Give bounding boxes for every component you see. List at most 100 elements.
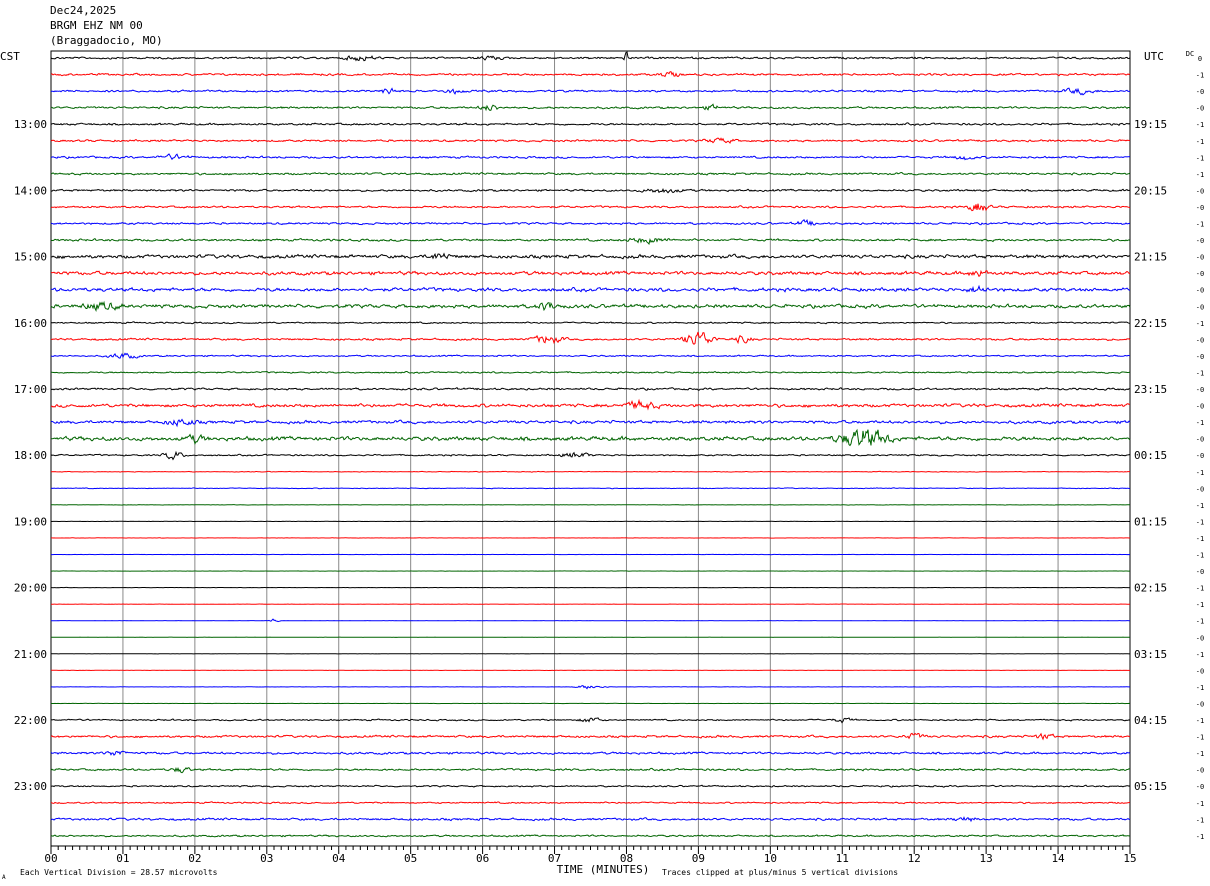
seismic-trace: [51, 685, 1130, 690]
dc-offset-label: -0: [1196, 452, 1204, 460]
x-tick-label: 09: [692, 852, 705, 865]
seismic-trace: [50, 171, 1131, 176]
seismic-trace: [50, 153, 1131, 161]
x-tick-label: 06: [476, 852, 489, 865]
x-tick-label: 05: [404, 852, 417, 865]
utc-axis-label: UTC: [1144, 50, 1164, 63]
cst-hour-label: 13:00: [14, 118, 47, 131]
x-tick-label: 15: [1123, 852, 1136, 865]
seismic-trace: [50, 418, 1131, 428]
dc-offset-label: -0: [1196, 634, 1204, 642]
dc-offset-label: -0: [1196, 270, 1204, 278]
dc-offset-label: -0: [1196, 105, 1204, 113]
seismic-trace: [50, 50, 1131, 62]
utc-hour-label: 01:15: [1134, 515, 1167, 528]
seismic-trace: [50, 387, 1130, 391]
helicorder-plot: 0 -1 -0 -0 -1 -1 -1 -1 -0 -0 -1 -0 -0 -0 -0 -0 -1 -0 -0 -1 -…: [0, 50, 1204, 881]
dc-offset-label: -1: [1196, 154, 1204, 162]
dc-offset-label: -1: [1196, 320, 1204, 328]
cst-hour-label: 23:00: [14, 780, 47, 793]
cst-hour-label: 14:00: [14, 184, 47, 197]
seismic-trace: [50, 784, 1131, 788]
dc-offset-label: -1: [1196, 816, 1204, 824]
seismic-trace: [50, 750, 1131, 756]
x-tick-label: 04: [332, 852, 346, 865]
dc-offset-label: -0: [1196, 700, 1204, 708]
x-tick-label: 01: [116, 852, 129, 865]
dc-offset-label: -1: [1196, 369, 1204, 377]
dc-offset-label: -1: [1196, 684, 1204, 692]
cst-hour-label: 17:00: [14, 383, 47, 396]
dc-column-label: DC: [1186, 50, 1194, 58]
seismic-trace: [51, 370, 1131, 374]
seismic-trace: [50, 137, 1131, 144]
dc-offset-label: -1: [1196, 618, 1204, 626]
seismic-trace: [50, 218, 1131, 227]
dc-offset-label: 0: [1198, 55, 1202, 63]
seismic-trace: [51, 284, 1131, 293]
x-axis-title: TIME (MINUTES): [557, 863, 650, 876]
dc-offset-label: -1: [1196, 734, 1204, 742]
x-tick-label: 13: [980, 852, 993, 865]
utc-hour-label: 00:15: [1134, 449, 1167, 462]
x-tick-label: 00: [44, 852, 57, 865]
dc-offset-label: -1: [1196, 800, 1204, 808]
x-tick-label: 10: [764, 852, 777, 865]
seismic-trace: [50, 398, 1131, 411]
dc-offset-label: -1: [1196, 552, 1204, 560]
seismic-trace: [50, 834, 1131, 838]
dc-offset-label: -0: [1196, 204, 1204, 212]
dc-offset-label: -0: [1196, 303, 1204, 311]
dc-offset-label: -0: [1196, 287, 1204, 295]
seismic-trace: [50, 87, 1131, 96]
dc-offset-label: -0: [1196, 336, 1204, 344]
cst-hour-label: 22:00: [14, 714, 47, 727]
seismic-trace: [50, 487, 1131, 490]
dc-offset-label: -1: [1196, 419, 1204, 427]
utc-hour-label: 22:15: [1134, 317, 1167, 330]
scale-note: Each Vertical Division = 28.57 microvolt…: [20, 868, 218, 877]
utc-hour-label: 23:15: [1134, 383, 1167, 396]
dc-offset-label: -0: [1196, 783, 1204, 791]
seismic-trace: [50, 331, 1131, 345]
cst-hour-label: 20:00: [14, 582, 47, 595]
cst-hour-label: 16:00: [14, 317, 47, 330]
dc-offset-label: -1: [1196, 717, 1204, 725]
dc-offset-label: -1: [1196, 221, 1204, 229]
clip-note: Traces clipped at plus/minus 5 vertical …: [662, 868, 898, 877]
dc-offset-label: -1: [1196, 585, 1204, 593]
utc-hour-label: 20:15: [1134, 184, 1167, 197]
seismic-trace: [50, 321, 1131, 325]
cst-hour-label: 21:00: [14, 648, 47, 661]
x-tick-label: 11: [836, 852, 849, 865]
seismic-trace: [50, 122, 1131, 127]
dc-offset-label: -1: [1196, 518, 1204, 526]
cst-hour-label: 18:00: [14, 449, 47, 462]
seismic-trace: [51, 618, 1130, 623]
x-tick-label: 03: [260, 852, 273, 865]
seismic-trace: [50, 428, 1131, 447]
corner-mark: A: [2, 874, 6, 881]
dc-offset-label: -1: [1196, 750, 1204, 758]
dc-offset-label: -1: [1196, 138, 1204, 146]
seismic-trace: [51, 470, 1130, 473]
seismic-trace: [50, 252, 1131, 260]
seismic-trace: [50, 203, 1131, 212]
cst-hour-label: 15:00: [14, 251, 47, 264]
utc-hour-label: 04:15: [1134, 714, 1167, 727]
seismic-trace: [50, 103, 1131, 112]
dc-offset-label: -0: [1196, 767, 1204, 775]
dc-offset-label: -1: [1196, 833, 1204, 841]
dc-offset-label: -1: [1196, 171, 1204, 179]
dc-offset-label: -1: [1196, 651, 1204, 659]
dc-offset-label: -0: [1196, 568, 1204, 576]
seismic-trace: [50, 450, 1131, 461]
dc-offset-label: -0: [1196, 436, 1204, 444]
dc-offset-label: -1: [1196, 469, 1204, 477]
dc-offset-label: -1: [1196, 72, 1204, 80]
seismic-trace: [50, 71, 1131, 78]
seismic-trace: [51, 504, 1131, 506]
dc-offset-label: -1: [1196, 121, 1204, 129]
dc-offset-label: -0: [1196, 386, 1204, 394]
seismic-trace: [50, 767, 1131, 774]
